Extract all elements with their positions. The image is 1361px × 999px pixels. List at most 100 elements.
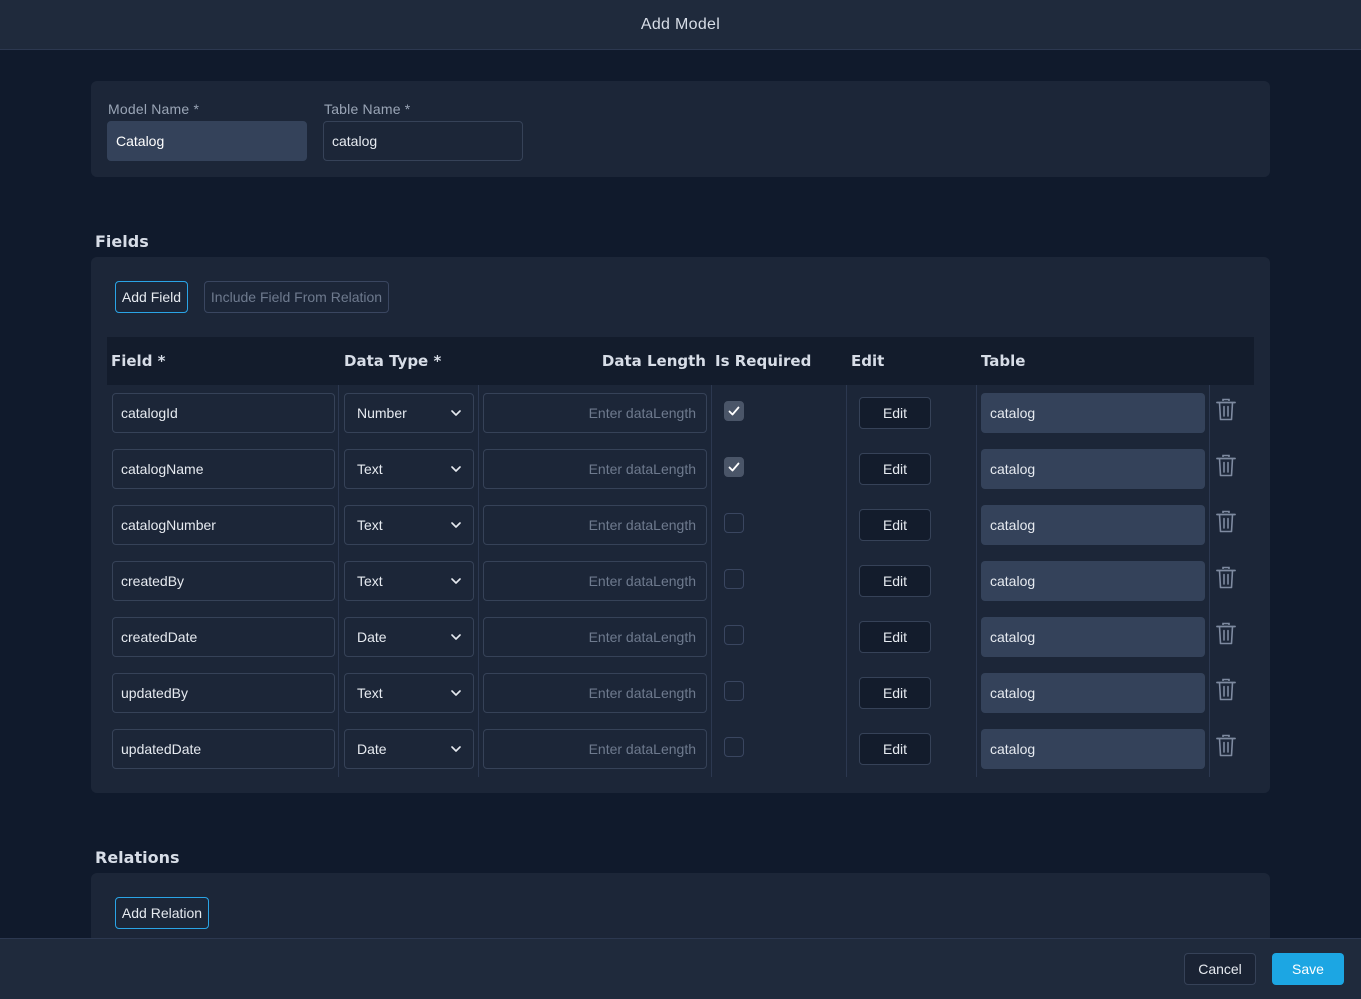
- trash-icon[interactable]: [1215, 622, 1237, 646]
- chevron-down-icon: [451, 634, 461, 640]
- cancel-button[interactable]: Cancel: [1184, 953, 1256, 985]
- data-length-placeholder: Enter dataLength: [588, 629, 696, 645]
- table-value: catalog: [990, 573, 1036, 589]
- edit-field-button[interactable]: Edit: [859, 565, 931, 597]
- trash-icon[interactable]: [1215, 510, 1237, 534]
- fields-table-body: catalogId Number Enter dataLength Edit catal…: [107, 385, 1254, 777]
- edit-field-button[interactable]: Edit: [859, 677, 931, 709]
- field-row: createdBy Text Enter dataLength Edit catalog: [107, 553, 1254, 609]
- data-type-select[interactable]: Number: [344, 393, 474, 433]
- checkmark-icon: [728, 462, 740, 472]
- data-type-value: Text: [357, 685, 383, 701]
- table-name-label: Table Name *: [324, 101, 411, 117]
- chevron-down-icon: [451, 578, 461, 584]
- trash-icon[interactable]: [1215, 398, 1237, 422]
- column-header-is-required: Is Required: [715, 352, 812, 370]
- is-required-checkbox[interactable]: [724, 681, 744, 701]
- model-name-input[interactable]: [107, 121, 307, 161]
- field-name-input[interactable]: createdDate: [112, 617, 335, 657]
- data-type-select[interactable]: Text: [344, 673, 474, 713]
- field-name-input[interactable]: catalogNumber: [112, 505, 335, 545]
- is-required-checkbox[interactable]: [724, 737, 744, 757]
- data-length-placeholder: Enter dataLength: [588, 741, 696, 757]
- data-length-input[interactable]: Enter dataLength: [483, 449, 707, 489]
- data-length-input[interactable]: Enter dataLength: [483, 561, 707, 601]
- data-type-select[interactable]: Text: [344, 505, 474, 545]
- model-info-card: Model Name * Table Name *: [91, 81, 1270, 177]
- is-required-checkbox[interactable]: [724, 401, 744, 421]
- is-required-checkbox[interactable]: [724, 569, 744, 589]
- table-field: catalog: [981, 449, 1205, 489]
- field-row: updatedDate Date Enter dataLength Edit catal…: [107, 721, 1254, 777]
- dialog-title: Add Model: [640, 15, 721, 33]
- column-header-data-length: Data Length: [601, 352, 706, 370]
- field-name-input[interactable]: createdBy: [112, 561, 335, 601]
- data-type-value: Date: [357, 629, 387, 645]
- field-row: updatedBy Text Enter dataLength Edit catalog: [107, 665, 1254, 721]
- edit-field-button[interactable]: Edit: [859, 621, 931, 653]
- trash-icon[interactable]: [1215, 678, 1237, 702]
- edit-field-button[interactable]: Edit: [859, 397, 931, 429]
- field-name-input[interactable]: updatedBy: [112, 673, 335, 713]
- field-row: catalogId Number Enter dataLength Edit catal…: [107, 385, 1254, 441]
- table-value: catalog: [990, 461, 1036, 477]
- field-name-value: updatedDate: [121, 741, 202, 757]
- relations-card: Add Relation: [91, 873, 1270, 943]
- data-type-select[interactable]: Date: [344, 617, 474, 657]
- field-name-value: updatedBy: [121, 685, 188, 701]
- is-required-checkbox[interactable]: [724, 625, 744, 645]
- data-length-placeholder: Enter dataLength: [588, 573, 696, 589]
- field-name-input[interactable]: updatedDate: [112, 729, 335, 769]
- data-length-input[interactable]: Enter dataLength: [483, 505, 707, 545]
- trash-icon[interactable]: [1215, 566, 1237, 590]
- field-row: catalogName Text Enter dataLength Edit catal…: [107, 441, 1254, 497]
- data-type-select[interactable]: Text: [344, 561, 474, 601]
- chevron-down-icon: [451, 690, 461, 696]
- table-value: catalog: [990, 517, 1036, 533]
- edit-field-button[interactable]: Edit: [859, 733, 931, 765]
- model-name-label: Model Name *: [108, 101, 200, 117]
- data-length-input[interactable]: Enter dataLength: [483, 729, 707, 769]
- data-type-value: Text: [357, 517, 383, 533]
- data-type-value: Text: [357, 461, 383, 477]
- fields-section-title: Fields: [95, 232, 149, 251]
- data-length-placeholder: Enter dataLength: [588, 517, 696, 533]
- table-field: catalog: [981, 561, 1205, 601]
- table-field: catalog: [981, 505, 1205, 545]
- add-relation-button[interactable]: Add Relation: [115, 897, 209, 929]
- include-field-from-relation-button[interactable]: Include Field From Relation: [204, 281, 389, 313]
- data-length-input[interactable]: Enter dataLength: [483, 617, 707, 657]
- table-value: catalog: [990, 405, 1036, 421]
- trash-icon[interactable]: [1215, 734, 1237, 758]
- table-field: catalog: [981, 673, 1205, 713]
- column-header-field: Field *: [111, 352, 166, 370]
- add-field-button[interactable]: Add Field: [115, 281, 188, 313]
- data-length-input[interactable]: Enter dataLength: [483, 393, 707, 433]
- field-name-input[interactable]: catalogId: [112, 393, 335, 433]
- save-button[interactable]: Save: [1272, 953, 1344, 985]
- table-field: catalog: [981, 393, 1205, 433]
- chevron-down-icon: [451, 466, 461, 472]
- data-type-select[interactable]: Date: [344, 729, 474, 769]
- data-length-placeholder: Enter dataLength: [588, 405, 696, 421]
- is-required-checkbox[interactable]: [724, 513, 744, 533]
- chevron-down-icon: [451, 522, 461, 528]
- table-name-input[interactable]: [323, 121, 523, 161]
- checkmark-icon: [728, 406, 740, 416]
- edit-field-button[interactable]: Edit: [859, 509, 931, 541]
- field-name-input[interactable]: catalogName: [112, 449, 335, 489]
- table-value: catalog: [990, 629, 1036, 645]
- data-type-select[interactable]: Text: [344, 449, 474, 489]
- relations-section-title: Relations: [95, 848, 180, 867]
- data-length-placeholder: Enter dataLength: [588, 461, 696, 477]
- is-required-checkbox[interactable]: [724, 457, 744, 477]
- table-field: catalog: [981, 617, 1205, 657]
- data-length-input[interactable]: Enter dataLength: [483, 673, 707, 713]
- data-type-value: Date: [357, 741, 387, 757]
- dialog-titlebar: Add Model: [0, 0, 1361, 50]
- field-name-value: createdDate: [121, 629, 198, 645]
- trash-icon[interactable]: [1215, 454, 1237, 478]
- field-row: catalogNumber Text Enter dataLength Edit cat…: [107, 497, 1254, 553]
- data-type-value: Text: [357, 573, 383, 589]
- edit-field-button[interactable]: Edit: [859, 453, 931, 485]
